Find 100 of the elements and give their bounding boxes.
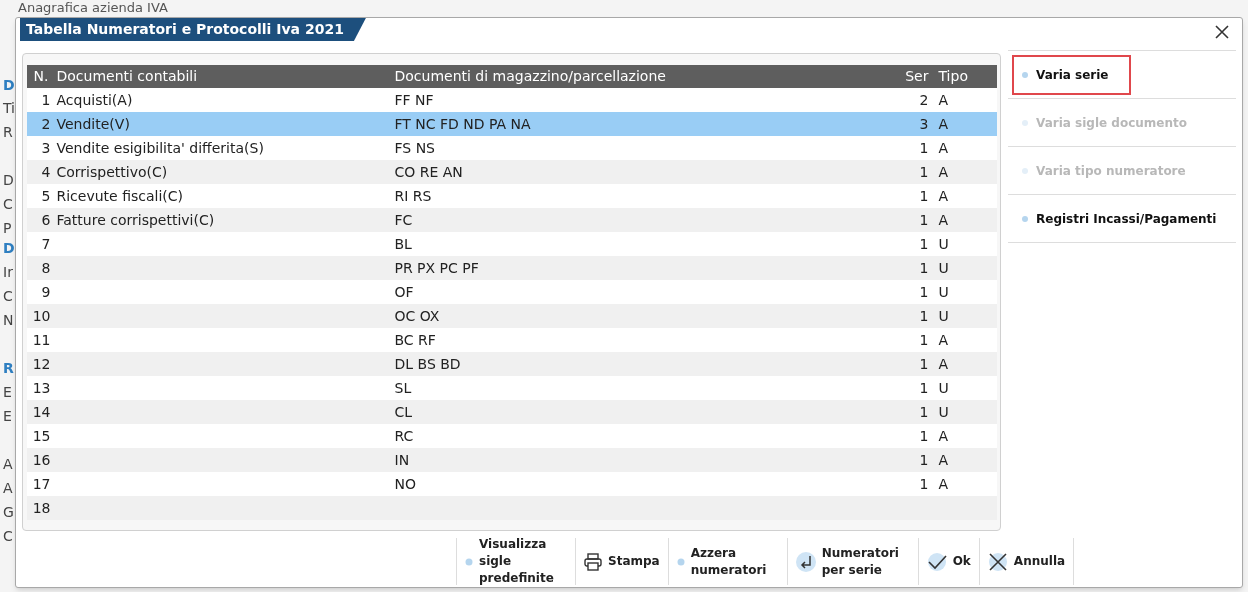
table-cell-text: 18 [31,498,52,518]
table-row[interactable]: 5 Ricevute fiscali(C) RI RS 1 A [26,184,997,208]
toolbar-button[interactable]: Visualizza sigle predefinite [457,538,576,585]
table-row[interactable]: 13 SL 1 U [26,376,997,400]
table-cell-text: 1 [918,186,930,206]
table-cell-text: A [937,186,950,206]
table-cell-text: 1 [40,90,52,110]
table-cell-text: 1 [918,306,930,326]
table-cell-text: 2 [40,114,52,134]
dot-icon [1022,167,1028,174]
table-row[interactable]: 8 PR PX PC PF 1 U [26,256,997,280]
table-row[interactable]: 17 NO 1 A [26,472,997,496]
toolbar-button[interactable]: Stampa [576,538,669,585]
column-header: N. [32,67,50,86]
dialog-title: Tabella Numeratori e Protocolli Iva 2021 [20,18,366,41]
table-cell-text: Corrispettivo(C) [56,162,169,182]
table-cell-text: 5 [40,186,52,206]
toolbar-button[interactable]: Numeratori per serie [787,538,919,585]
section-heading: D [3,239,15,258]
table-row[interactable]: 7 BL 1 U [26,232,997,256]
table-row[interactable]: 11 BC RF 1 A [26,328,997,352]
table-row[interactable]: 9 OF 1 U [26,280,997,304]
dot-icon [676,557,685,566]
window-title: Anagrafica azienda IVA [18,0,168,16]
table-cell-text: 10 [31,306,52,326]
dot-icon [1022,215,1028,222]
action-button[interactable]: Registri Incassi/Pagamenti [1012,198,1239,239]
table-cell-text: Vendite esigibilita' differita(S) [56,138,265,158]
table-cell-text: BC RF [394,330,437,350]
dot-icon [1022,71,1028,78]
toolbar-button[interactable]: Azzera numeratori [668,538,788,585]
table-cell-text: U [937,282,950,302]
column-header: Documenti di magazzino/parcellazione [394,67,667,86]
table-cell-text: RC [394,426,415,446]
table-cell-text: 8 [40,258,52,278]
table-cell-text: U [937,402,950,422]
table-cell-text: U [937,234,950,254]
table-cell-text: FS NS [394,138,436,158]
table-cell-text: Ricevute fiscali(C) [56,186,184,206]
field-label: Ir [3,263,13,282]
table-cell-text: 1 [918,162,930,182]
table-cell-text: 12 [31,354,52,374]
table-row[interactable]: 6 Fatture corrispettivi(C) FC 1 A [26,208,997,232]
column-header: Ser [904,67,930,86]
table-cell-text: 6 [40,210,52,230]
table-row[interactable]: 1 Acquisti(A) FF NF 2 A [26,88,997,112]
table-row[interactable]: 14 CL 1 U [26,400,997,424]
table-cell-text: 7 [40,234,52,254]
table-row[interactable]: 12 DL BS BD 1 A [26,352,997,376]
section-heading: D [3,76,15,95]
table-cell-text: 1 [918,258,930,278]
field-label: A [3,455,13,474]
field-label: A [3,479,13,498]
check-icon [926,551,947,572]
table-row[interactable]: 18 [26,496,997,520]
table-cell-text: FT NC FD ND PA NA [394,114,532,134]
field-label: D [3,171,14,190]
table-cell-text: 1 [918,234,930,254]
action-button[interactable]: Varia serie [1012,54,1131,95]
table-row[interactable]: 15 RC 1 A [26,424,997,448]
table-cell-text: 11 [31,330,52,350]
field-label: P [3,219,12,238]
table-cell-text: 1 [918,330,930,350]
table-cell-text: 14 [31,402,52,422]
table-row[interactable]: 3 Vendite esigibilita' differita(S) FS NS 1 A [26,136,997,160]
table-row[interactable]: 2 Vendite(V) FT NC FD ND PA NA 3 A [26,112,997,136]
table-cell-text: U [937,378,950,398]
table-cell-text: A [937,90,950,110]
toolbar-button[interactable]: Ok [918,538,980,585]
table-cell-text: 9 [40,282,52,302]
table-row[interactable]: 16 IN 1 A [26,448,997,472]
field-label: C [3,287,13,306]
table-cell-text: DL BS BD [394,354,462,374]
table-cell-text: FF NF [394,90,435,110]
field-label: E [3,383,12,402]
table-cell-text: 16 [31,450,52,470]
table-cell-text: 1 [918,426,930,446]
table-cell-text: A [937,354,950,374]
table-cell-text: 1 [918,210,930,230]
toolbar-button[interactable]: Annulla [979,538,1075,585]
table-cell-text: 1 [918,354,930,374]
table-cell-text: 1 [918,474,930,494]
field-label: C [3,195,13,214]
table-cell-text: BL [394,234,413,254]
field-label: G [3,503,14,522]
table-cell-text: A [937,330,950,350]
table-cell-text: 1 [918,282,930,302]
table-cell-text: 4 [40,162,52,182]
table-cell-text: CL [394,402,414,422]
table-cell-text: U [937,306,950,326]
table-cell-text: A [937,114,950,134]
close-icon [987,551,1008,572]
table-cell-text: 13 [31,378,52,398]
column-header: Documenti contabili [56,67,199,86]
table-cell-text: CO RE AN [394,162,464,182]
table-cell-text: A [937,162,950,182]
table-cell-text: IN [394,450,411,470]
table-row[interactable]: 4 Corrispettivo(C) CO RE AN 1 A [26,160,997,184]
table-row[interactable]: 10 OC OX 1 U [26,304,997,328]
table-cell-text: 1 [918,402,930,422]
